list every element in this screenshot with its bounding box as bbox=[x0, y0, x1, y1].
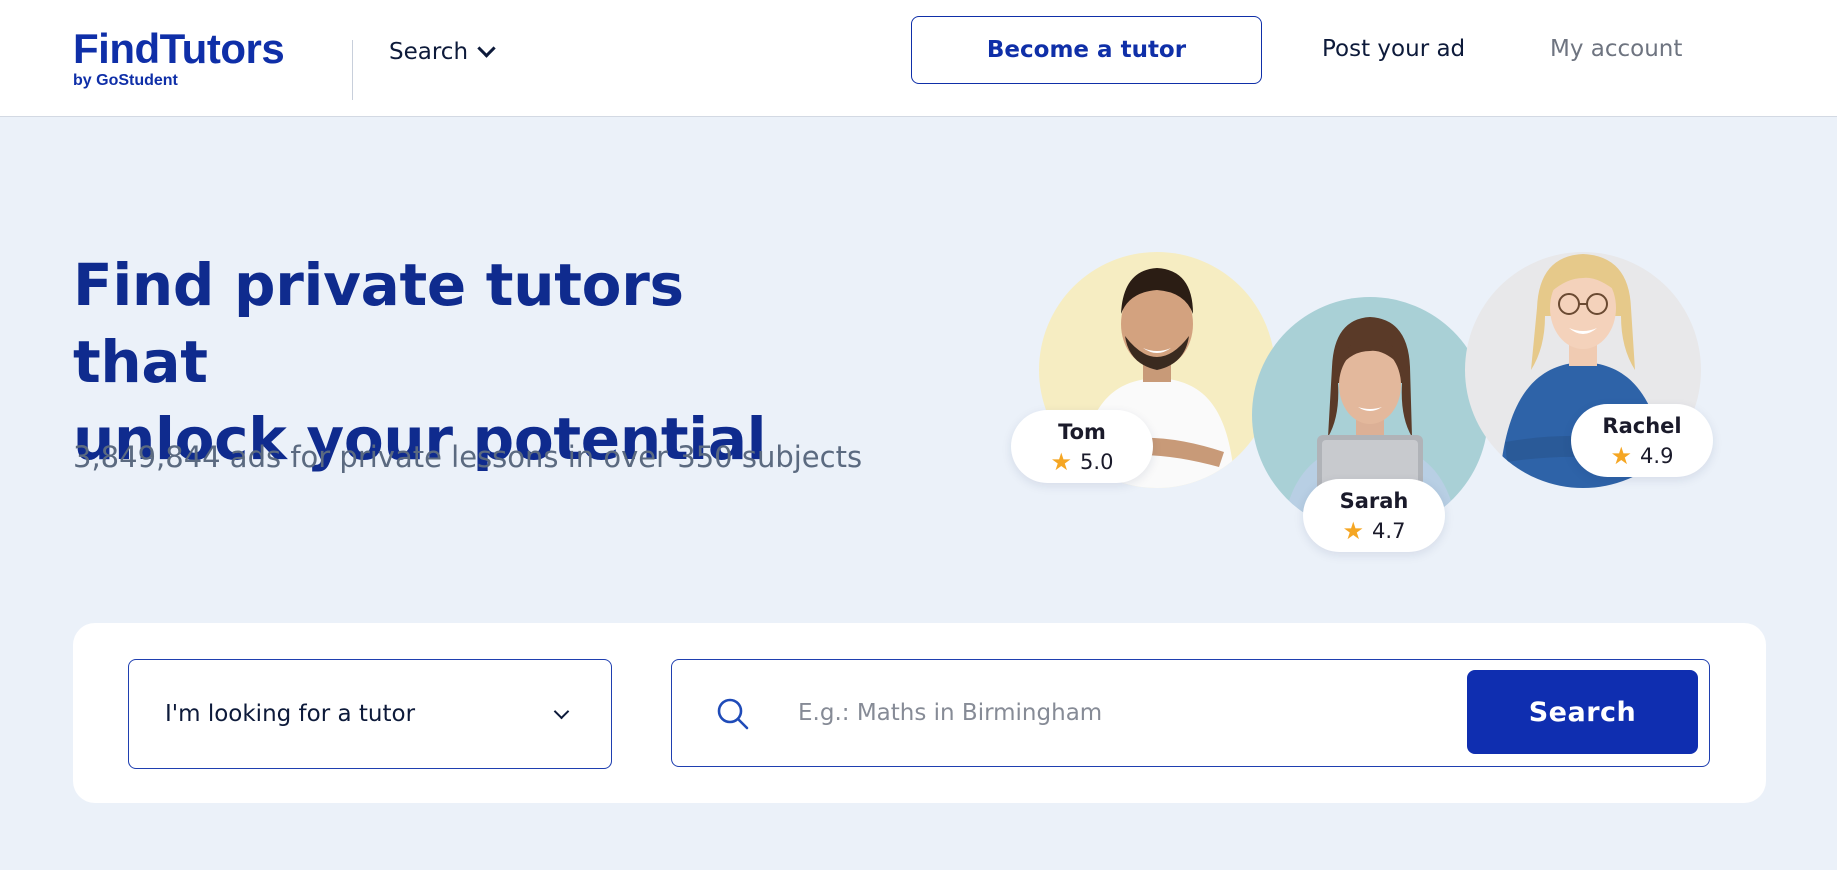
tutor-name: Sarah bbox=[1339, 488, 1409, 513]
chevron-down-icon bbox=[553, 703, 570, 720]
tutor-card-rachel[interactable]: Rachel ★ 4.9 bbox=[1571, 404, 1713, 477]
star-icon: ★ bbox=[1610, 441, 1633, 470]
search-panel: I'm looking for a tutor Search bbox=[73, 623, 1766, 803]
tutor-rating-value: 5.0 bbox=[1080, 449, 1114, 474]
nav-search-label: Search bbox=[389, 39, 469, 65]
search-button[interactable]: Search bbox=[1467, 670, 1698, 754]
tutor-rating: ★ 4.9 bbox=[1611, 443, 1674, 469]
tutor-rating: ★ 5.0 bbox=[1051, 449, 1114, 475]
chevron-down-icon bbox=[477, 38, 496, 58]
logo-wordmark: FindTutors bbox=[73, 25, 285, 72]
become-tutor-button[interactable]: Become a tutor bbox=[911, 16, 1262, 84]
tutor-rating-value: 4.9 bbox=[1640, 443, 1674, 468]
nav-search-menu[interactable]: Search bbox=[389, 38, 496, 66]
tutor-card-sarah[interactable]: Sarah ★ 4.7 bbox=[1303, 479, 1445, 552]
hero-subtitle: 3,849,844 ads for private lessons in ove… bbox=[73, 440, 863, 474]
search-field-container: Search bbox=[671, 659, 1710, 767]
hero-title-line-1: Find private tutors that bbox=[73, 251, 684, 396]
site-header: FindTutors by GoStudent Search Become a … bbox=[0, 0, 1837, 117]
tutor-card-tom[interactable]: Tom ★ 5.0 bbox=[1011, 410, 1153, 483]
looking-for-select-value: I'm looking for a tutor bbox=[165, 701, 416, 727]
header-divider bbox=[352, 40, 353, 100]
star-icon: ★ bbox=[1342, 516, 1365, 545]
tutor-name: Rachel bbox=[1602, 413, 1682, 438]
looking-for-select[interactable]: I'm looking for a tutor bbox=[128, 659, 612, 769]
logo-tagline: by GoStudent bbox=[73, 72, 178, 89]
search-input[interactable] bbox=[798, 685, 1418, 741]
post-ad-link[interactable]: Post your ad bbox=[1322, 36, 1465, 62]
my-account-link[interactable]: My account bbox=[1550, 36, 1682, 62]
search-icon bbox=[717, 698, 749, 730]
tutor-name: Tom bbox=[1058, 419, 1106, 444]
tutor-rating-value: 4.7 bbox=[1372, 518, 1406, 543]
star-icon: ★ bbox=[1050, 447, 1073, 476]
tutor-rating: ★ 4.7 bbox=[1343, 518, 1406, 544]
findtutors-logo[interactable]: FindTutors by GoStudent bbox=[73, 25, 285, 90]
